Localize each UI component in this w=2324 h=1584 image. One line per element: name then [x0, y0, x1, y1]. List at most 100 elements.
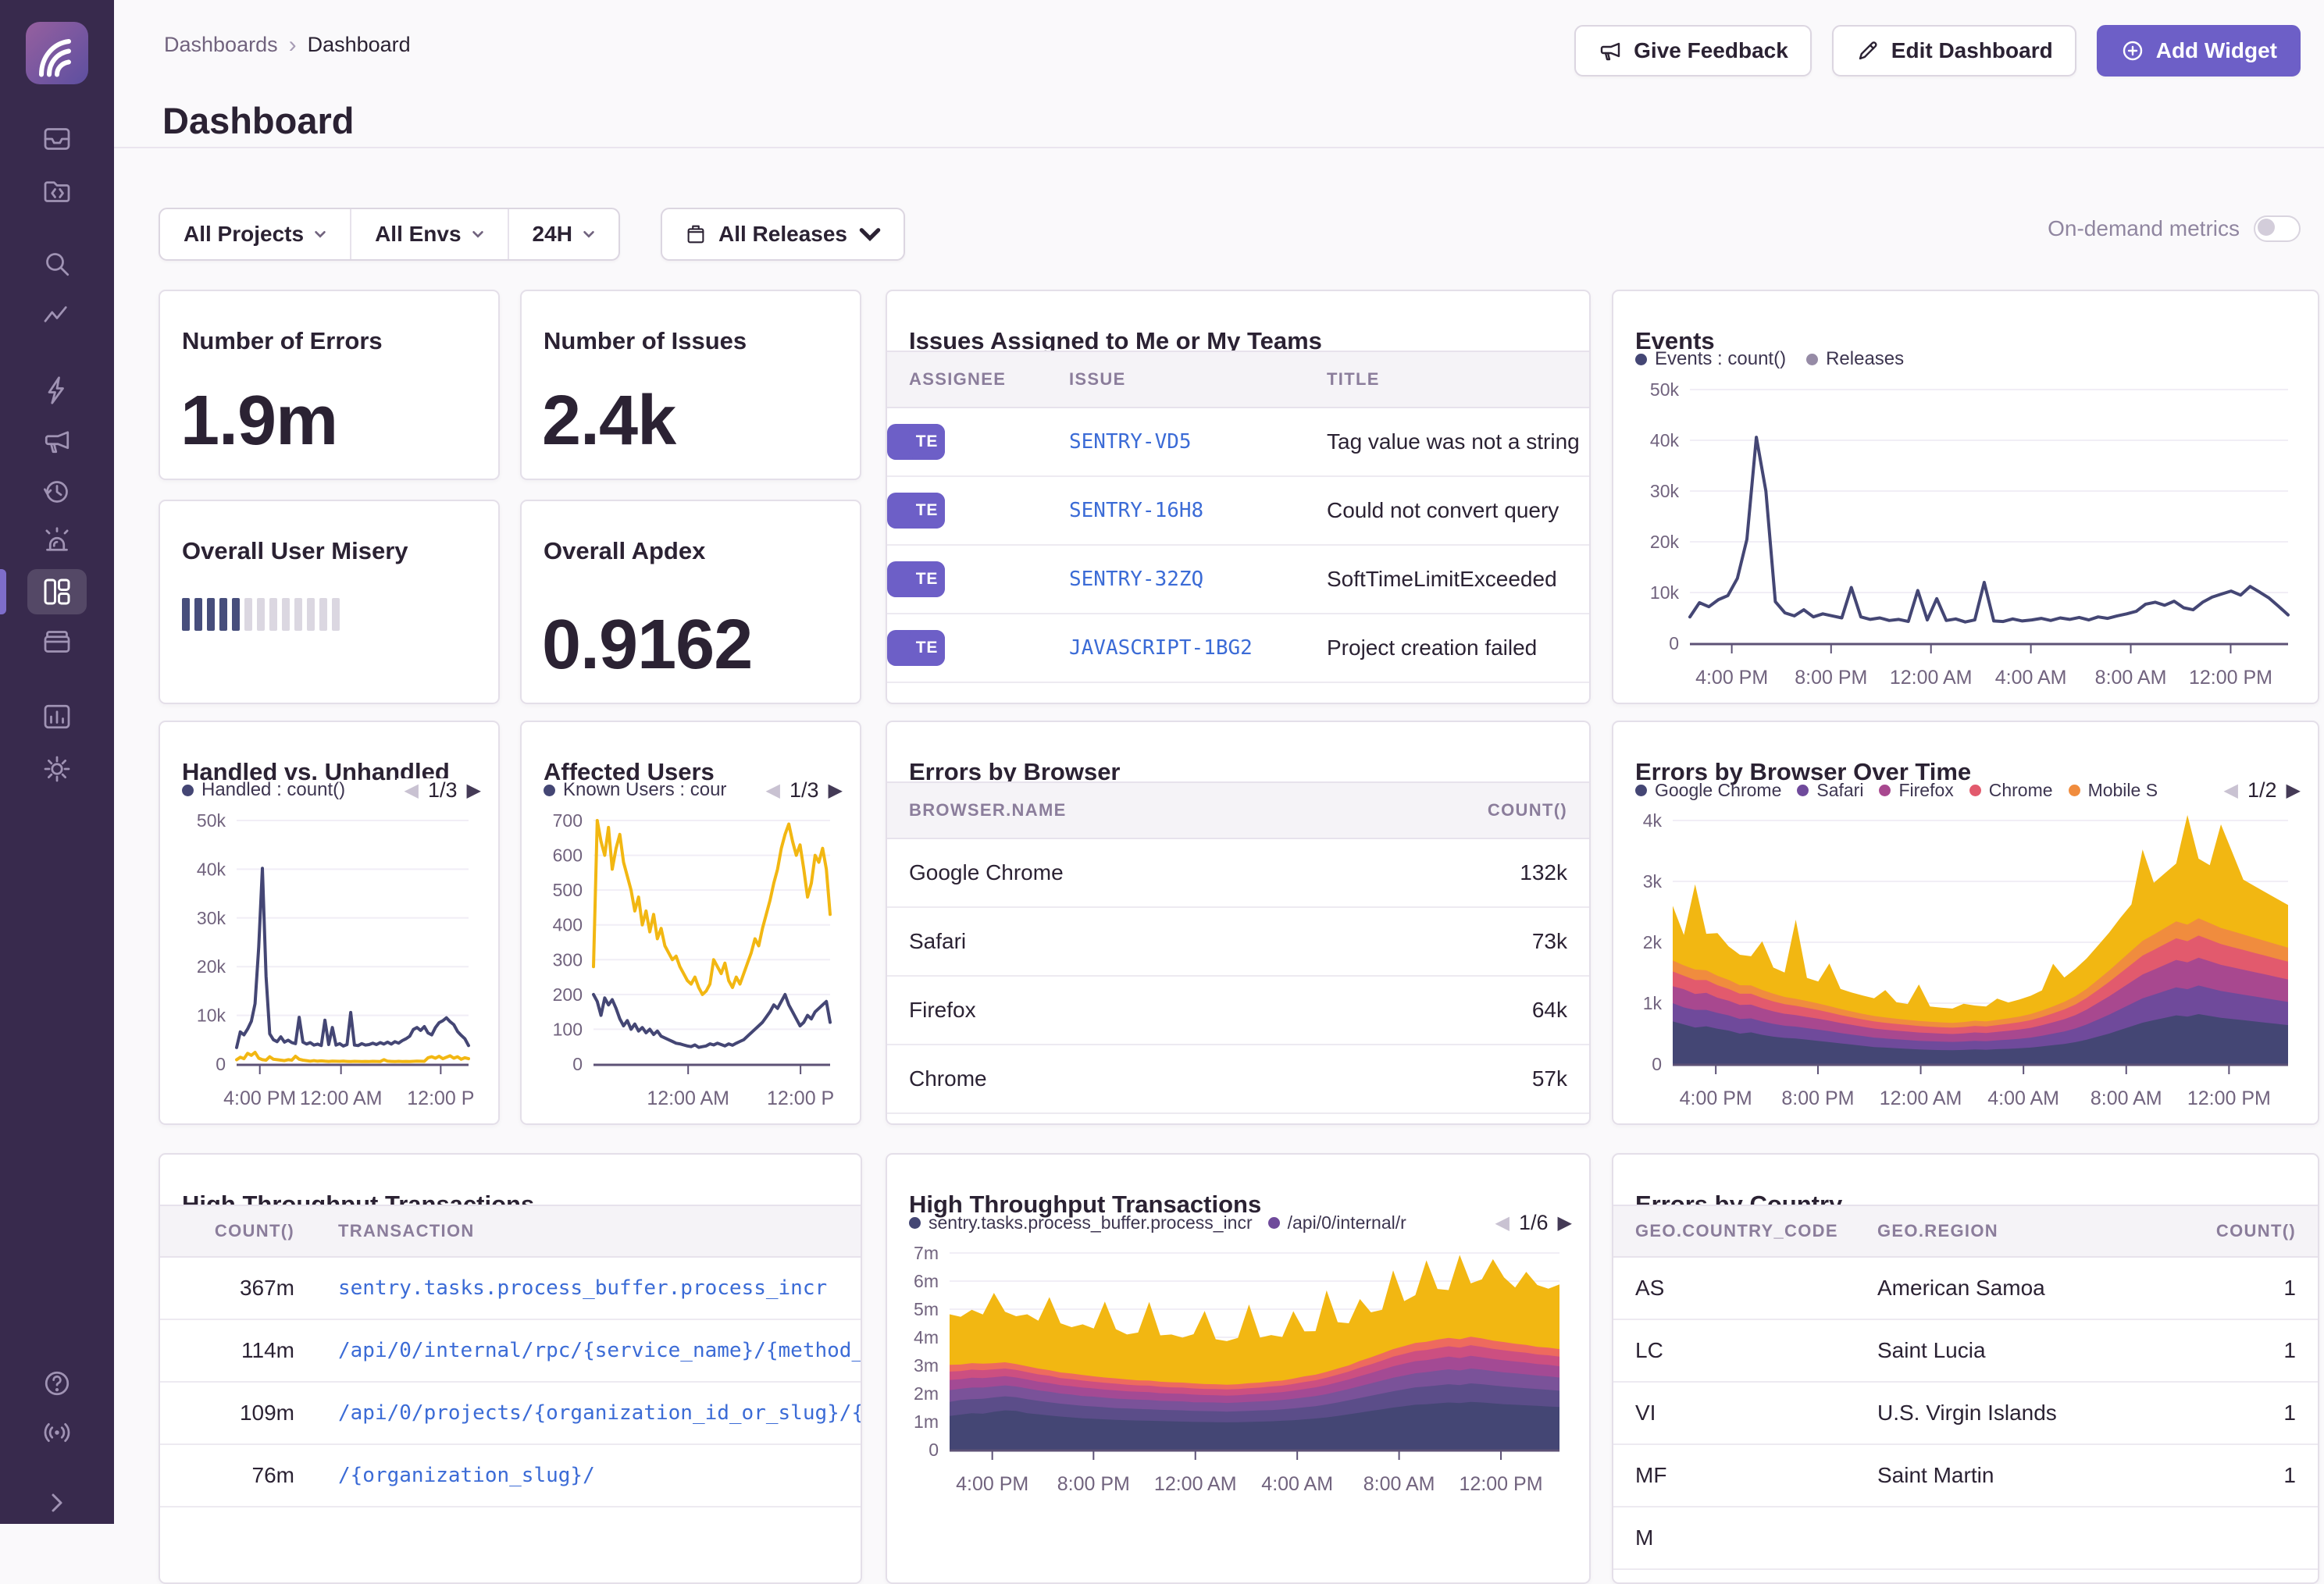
affected-users-chart[interactable]: 010020030040050060070012:00 AM12:00 P	[533, 811, 849, 1116]
give-feedback-button[interactable]: Give Feedback	[1574, 25, 1812, 77]
cell-title: SoftTimeLimitExceeded	[1305, 567, 1589, 592]
date-range-label: 24H	[533, 222, 572, 247]
plus-circle-icon	[2120, 38, 2145, 63]
svg-text:12:00 AM: 12:00 AM	[647, 1087, 729, 1109]
errors-by-browser-chart[interactable]: 01k2k3k4k4:00 PM8:00 PM12:00 AM4:00 AM8:…	[1624, 811, 2307, 1116]
svg-text:10k: 10k	[197, 1006, 226, 1026]
pager-next-button[interactable]: ▶	[2287, 779, 2301, 802]
project-filter[interactable]: All Projects	[160, 209, 350, 259]
cell-assignee: TE	[887, 561, 945, 597]
release-filter[interactable]: All Releases	[661, 208, 905, 261]
events-chart[interactable]: 010k20k30k40k50k4:00 PM8:00 PM12:00 AM4:…	[1624, 380, 2307, 695]
legend-dot	[1635, 785, 1647, 796]
pager-prev-button[interactable]: ◀	[2224, 779, 2238, 802]
widget-high-throughput-table: High Throughput Transactions COUNT()TRAN…	[159, 1153, 862, 1584]
legend-item[interactable]: Handled : count()	[182, 779, 345, 801]
pager-prev-button[interactable]: ◀	[1495, 1212, 1510, 1234]
chevron-right-icon	[41, 1487, 73, 1518]
table-row: TESENTRY-16H8Could not convert query	[887, 477, 1589, 546]
legend-label: sentry.tasks.process_buffer.process_incr	[929, 1212, 1253, 1233]
edit-dashboard-button[interactable]: Edit Dashboard	[1832, 25, 2076, 77]
cell-count: 1	[2177, 1463, 2318, 1488]
table-row: 114m/api/0/internal/rpc/{service_name}/{…	[160, 1320, 861, 1383]
column-header: BROWSER.NAME	[887, 800, 1417, 820]
chart-legend: Google Chrome Safari Firefox Chrome Mobile S…	[1635, 777, 2301, 803]
svg-text:7m: 7m	[914, 1244, 939, 1263]
cell-transaction[interactable]: /api/0/projects/{organization_id_or_slug…	[316, 1401, 861, 1425]
on-demand-metrics-toggle[interactable]	[2254, 215, 2301, 242]
svg-text:12:00 PM: 12:00 PM	[2187, 1087, 2271, 1109]
sidebar-item-boost[interactable]	[41, 375, 73, 406]
pager-next-button[interactable]: ▶	[1558, 1212, 1572, 1234]
sidebar-item-settings[interactable]	[41, 753, 73, 785]
breadcrumb-dashboards[interactable]: Dashboards	[164, 33, 278, 57]
cell-region: Saint Lucia	[1855, 1338, 2177, 1363]
sidebar-item-feedback[interactable]	[41, 425, 73, 457]
sidebar-item-alerts[interactable]	[41, 525, 73, 557]
errors-by-browser-table: BROWSER.NAMECOUNT()Google Chrome132kSafa…	[887, 781, 1589, 1125]
pager-next-button[interactable]: ▶	[829, 779, 843, 802]
cell-transaction[interactable]: /{organization_slug}/	[316, 1464, 861, 1487]
svg-text:12:00 AM: 12:00 AM	[1880, 1087, 1962, 1109]
cell-issue[interactable]: JAVASCRIPT-1BG2	[1047, 636, 1305, 660]
svg-text:1k: 1k	[1643, 993, 1663, 1013]
legend-item[interactable]: /api/0/internal/r	[1268, 1212, 1406, 1233]
sidebar-item-help[interactable]	[41, 1368, 73, 1399]
cell-issue[interactable]: SENTRY-32ZQ	[1047, 568, 1305, 591]
legend-item[interactable]: sentry.tasks.process_buffer.process_incr	[909, 1212, 1253, 1233]
legend-label: Firefox	[1898, 780, 1953, 801]
svg-text:700: 700	[553, 811, 583, 831]
legend-item[interactable]: Chrome	[1969, 780, 2053, 801]
date-range-filter[interactable]: 24H	[508, 209, 618, 259]
sidebar-collapse-button[interactable]	[41, 1487, 73, 1518]
legend-item[interactable]: Firefox	[1879, 780, 1953, 801]
cell-assignee: TE	[887, 424, 945, 460]
svg-text:30k: 30k	[1650, 481, 1680, 501]
high-throughput-chart[interactable]: 01m2m3m4m5m6m7m4:00 PM8:00 PM12:00 AM4:0…	[898, 1244, 1578, 1501]
project-filter-label: All Projects	[184, 222, 304, 247]
legend-item[interactable]: Known Users : cour	[544, 779, 726, 801]
cell-transaction[interactable]: /api/0/internal/rpc/{service_name}/{meth…	[316, 1339, 861, 1362]
cell-name: Firefox	[887, 998, 1417, 1023]
handled-unhandled-chart[interactable]: 010k20k30k40k50k4:00 PM12:00 AM12:00 P	[171, 811, 487, 1116]
add-widget-button[interactable]: Add Widget	[2097, 25, 2301, 77]
pager-prev-button[interactable]: ◀	[766, 779, 780, 802]
misery-bar	[307, 598, 315, 631]
sidebar-item-whats-new[interactable]	[41, 1417, 73, 1448]
assignee-avatar[interactable]: TE	[909, 424, 945, 460]
legend-item[interactable]: Safari	[1797, 780, 1863, 801]
environment-filter[interactable]: All Envs	[350, 209, 507, 259]
widget-affected-users: Affected Users Known Users : cour◀1/3▶ 0…	[520, 721, 861, 1125]
breadcrumb: Dashboards › Dashboard	[164, 33, 411, 57]
sidebar-item-explore[interactable]	[41, 248, 73, 279]
cell-transaction[interactable]: sentry.tasks.process_buffer.process_incr	[316, 1276, 861, 1300]
legend-item[interactable]: Events : count()	[1635, 348, 1786, 370]
sidebar-item-releases[interactable]	[41, 626, 73, 657]
column-header: GEO.REGION	[1855, 1221, 2177, 1241]
assignee-avatar[interactable]: TE	[909, 493, 945, 529]
pager-next-button[interactable]: ▶	[467, 779, 481, 802]
sidebar-item-issues[interactable]	[41, 123, 73, 155]
pager-prev-button[interactable]: ◀	[405, 779, 419, 802]
cell-code: VI	[1613, 1401, 1855, 1426]
assignee-avatar[interactable]: TE	[909, 561, 945, 597]
sidebar-item-performance[interactable]	[41, 301, 73, 332]
sidebar-item-stats[interactable]	[41, 701, 73, 732]
legend-item[interactable]: Releases	[1806, 348, 1904, 370]
table-row: Mobile Safari33k	[887, 1114, 1589, 1125]
siren-icon	[41, 525, 73, 557]
sidebar-item-projects[interactable]	[41, 176, 73, 207]
cell-count: 76m	[160, 1463, 316, 1488]
cell-issue[interactable]: SENTRY-16H8	[1047, 499, 1305, 522]
cell-issue[interactable]: SENTRY-VD5	[1047, 430, 1305, 454]
svg-text:200: 200	[553, 984, 583, 1005]
misery-bar	[282, 598, 290, 631]
svg-text:0: 0	[216, 1054, 226, 1074]
sidebar-item-dashboards[interactable]	[27, 569, 87, 614]
legend-item[interactable]: Mobile S	[2069, 780, 2158, 801]
legend-dot	[1806, 354, 1818, 365]
legend-item[interactable]: Google Chrome	[1635, 780, 1781, 801]
sidebar-item-replays[interactable]	[41, 476, 73, 507]
assignee-avatar[interactable]: TE	[909, 630, 945, 666]
sentry-logo[interactable]	[26, 22, 88, 84]
